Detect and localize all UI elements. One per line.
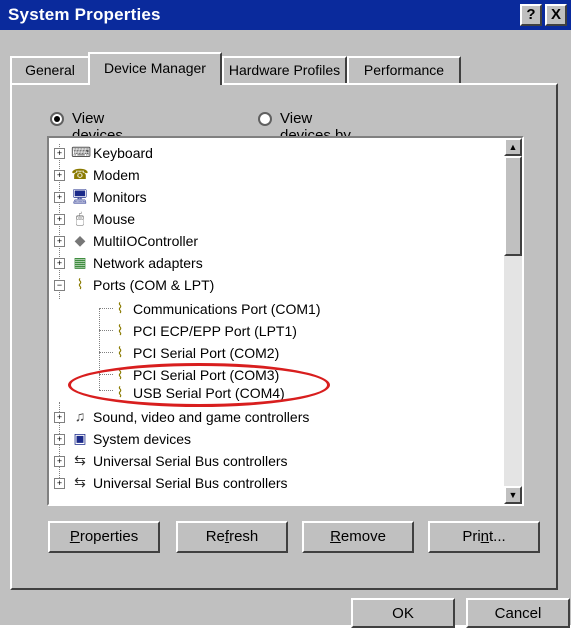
expand-icon[interactable]: + bbox=[54, 412, 65, 423]
tab-hardware-profiles[interactable]: Hardware Profiles bbox=[222, 56, 347, 83]
scroll-thumb[interactable] bbox=[504, 156, 522, 256]
modem-icon: ☎ bbox=[71, 166, 89, 182]
port-icon: ⌇ bbox=[116, 322, 124, 338]
port-icon: ⌇ bbox=[116, 384, 124, 400]
controller-icon: ◆ bbox=[74, 232, 86, 248]
refresh-button[interactable]: Refresh bbox=[176, 521, 288, 553]
properties-button[interactable]: Properties bbox=[48, 521, 160, 553]
sound-icon: ♫ bbox=[74, 408, 86, 424]
help-button[interactable]: ? bbox=[520, 4, 542, 26]
port-icon: ⌇ bbox=[116, 300, 124, 316]
vertical-scrollbar[interactable]: ▲ ▼ bbox=[504, 138, 522, 504]
radio-button-unselected[interactable] bbox=[258, 112, 272, 126]
title-bar[interactable]: System Properties ? X bbox=[0, 0, 571, 30]
expand-icon[interactable]: + bbox=[54, 434, 65, 445]
expand-icon[interactable]: + bbox=[54, 192, 65, 203]
usb-icon: ⇆ bbox=[74, 474, 86, 490]
system-properties-window: System Properties ? X General Device Man… bbox=[0, 0, 571, 628]
expand-icon[interactable]: + bbox=[54, 148, 65, 159]
network-icon: ▦ bbox=[73, 254, 87, 270]
expand-icon[interactable]: + bbox=[54, 478, 65, 489]
expand-icon[interactable]: + bbox=[54, 236, 65, 247]
usb-icon: ⇆ bbox=[74, 452, 86, 468]
tab-device-manager[interactable]: Device Manager bbox=[88, 52, 222, 85]
scroll-up-arrow-icon[interactable]: ▲ bbox=[504, 138, 522, 156]
collapse-icon[interactable]: − bbox=[54, 280, 65, 291]
print-button[interactable]: Print... bbox=[428, 521, 540, 553]
ok-button[interactable]: OK bbox=[351, 598, 455, 628]
port-icon: ⌇ bbox=[76, 276, 84, 292]
port-icon: ⌇ bbox=[116, 366, 124, 382]
cancel-button[interactable]: Cancel bbox=[466, 598, 570, 628]
remove-button[interactable]: Remove bbox=[302, 521, 414, 553]
tab-performance[interactable]: Performance bbox=[347, 56, 461, 83]
keyboard-icon: ⌨ bbox=[71, 144, 92, 160]
device-tree[interactable]: + ⌨ Keyboard + ☎ Modem + 🖥 Monitors + 🖱 … bbox=[47, 136, 524, 506]
radio-button-selected[interactable] bbox=[50, 112, 64, 126]
scroll-down-arrow-icon[interactable]: ▼ bbox=[504, 486, 522, 504]
expand-icon[interactable]: + bbox=[54, 170, 65, 181]
window-title: System Properties bbox=[8, 5, 161, 24]
system-icon: ▣ bbox=[73, 430, 87, 446]
mouse-icon: 🖱 bbox=[75, 210, 85, 226]
expand-icon[interactable]: + bbox=[54, 258, 65, 269]
port-icon: ⌇ bbox=[116, 344, 124, 360]
close-button[interactable]: X bbox=[545, 4, 567, 26]
expand-icon[interactable]: + bbox=[54, 214, 65, 225]
expand-icon[interactable]: + bbox=[54, 456, 65, 467]
tab-general[interactable]: General bbox=[10, 56, 90, 83]
monitor-icon: 🖥 bbox=[71, 188, 89, 204]
